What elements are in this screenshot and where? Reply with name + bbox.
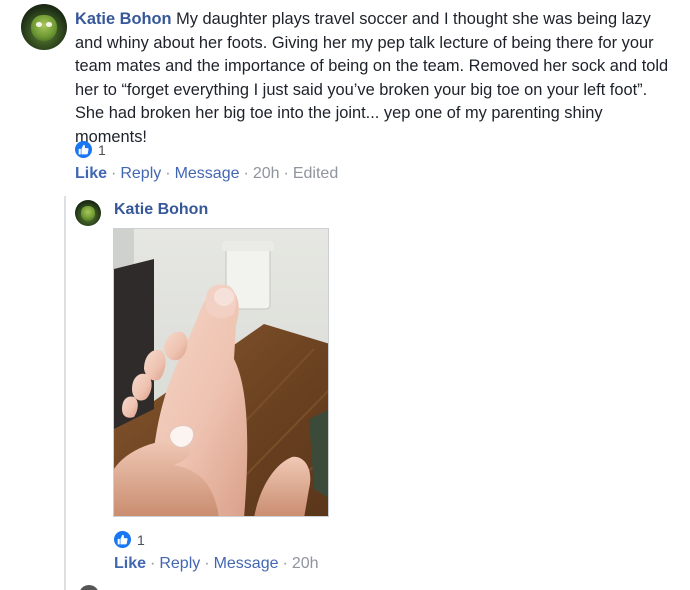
avatar-face-graphic xyxy=(80,206,96,221)
reply-actions: Like · Reply · Message · 20h xyxy=(114,555,319,573)
comment-actions: Like · Reply · Message · 20h · Edited xyxy=(75,165,338,183)
separator-dot: · xyxy=(282,555,288,572)
timestamp-link[interactable]: 20h xyxy=(253,165,280,182)
separator-dot: · xyxy=(111,165,117,182)
reply-photo[interactable] xyxy=(113,228,329,517)
message-button[interactable]: Message xyxy=(214,555,279,572)
separator-dot: · xyxy=(150,555,156,572)
reply-reactions[interactable]: 1 xyxy=(114,531,145,548)
reaction-count: 1 xyxy=(137,531,145,548)
reply-author-link[interactable]: Katie Bohon xyxy=(114,201,208,219)
next-comment-avatar[interactable] xyxy=(79,585,99,590)
reply-button[interactable]: Reply xyxy=(159,555,200,572)
like-button[interactable]: Like xyxy=(75,165,107,182)
comment-body: Katie Bohon My daughter plays travel soc… xyxy=(75,8,675,149)
reaction-count: 1 xyxy=(98,141,106,158)
separator-dot: · xyxy=(243,165,249,182)
commenter-avatar[interactable] xyxy=(21,4,67,50)
avatar-eye xyxy=(35,22,43,27)
edited-label[interactable]: Edited xyxy=(293,165,338,182)
like-button[interactable]: Like xyxy=(114,555,146,572)
comment-author-link[interactable]: Katie Bohon xyxy=(75,10,172,28)
message-button[interactable]: Message xyxy=(175,165,240,182)
comment-reactions[interactable]: 1 xyxy=(75,141,106,158)
timestamp-link[interactable]: 20h xyxy=(292,555,319,572)
thumbs-up-icon xyxy=(114,531,131,548)
reply-thread-line xyxy=(64,196,66,590)
comment-text: My daughter plays travel soccer and I th… xyxy=(75,10,669,146)
separator-dot: · xyxy=(165,165,171,182)
foot-photo-image xyxy=(114,229,328,516)
reply-author-avatar[interactable] xyxy=(75,200,101,226)
avatar-face-graphic xyxy=(31,15,57,41)
reply-button[interactable]: Reply xyxy=(120,165,161,182)
separator-dot: · xyxy=(204,555,210,572)
thumbs-up-icon xyxy=(75,141,92,158)
separator-dot: · xyxy=(283,165,289,182)
